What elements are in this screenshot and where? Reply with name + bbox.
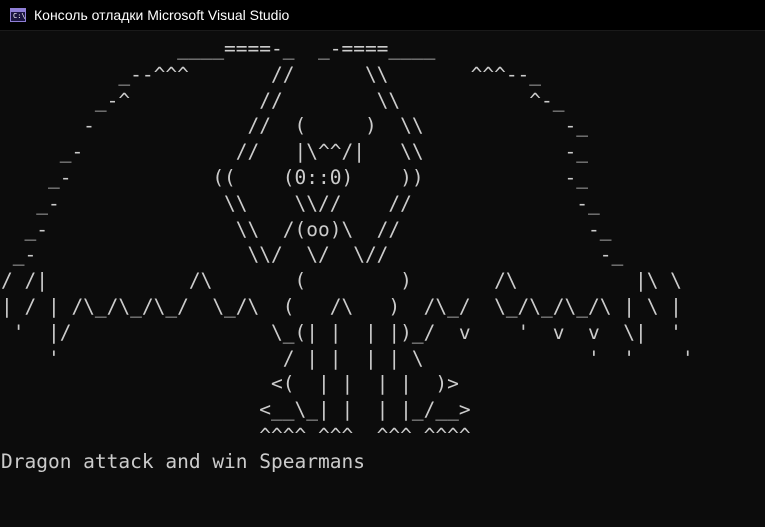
dragon-ascii-art: ____====-_ _-====____ _--^^^ // \\ ^^^--…	[1, 37, 694, 447]
console-window: C:\ Консоль отладки Microsoft Visual Stu…	[0, 0, 765, 527]
console-output: ____====-_ _-====____ _--^^^ // \\ ^^^--…	[1, 36, 694, 475]
window-title: Консоль отладки Microsoft Visual Studio	[34, 7, 290, 23]
console-area[interactable]: ____====-_ _-====____ _--^^^ // \\ ^^^--…	[0, 31, 765, 527]
console-app-icon-glyph: C:\	[13, 12, 26, 20]
console-app-icon: C:\	[10, 8, 26, 22]
title-bar[interactable]: C:\ Консоль отладки Microsoft Visual Stu…	[0, 0, 765, 31]
console-message: Dragon attack and win Spearmans	[1, 449, 365, 473]
